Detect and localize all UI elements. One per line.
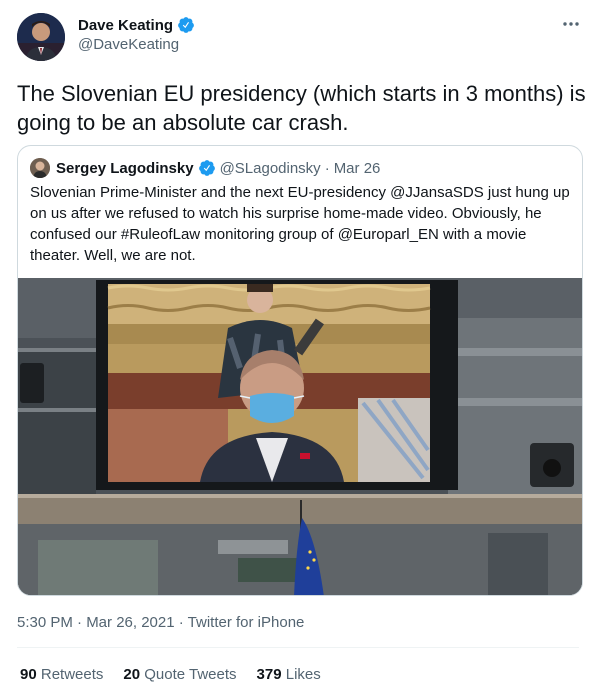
meta-separator: · bbox=[178, 614, 188, 631]
quote-tweets-count: 20 bbox=[123, 666, 141, 683]
likes-stat[interactable]: 379 Likes bbox=[257, 666, 321, 683]
tweet-stats: 90 Retweets 20 Quote Tweets 379 Likes bbox=[20, 666, 321, 683]
more-horizontal-icon[interactable] bbox=[560, 15, 582, 33]
quoted-author-handle: @SLagodinsky bbox=[219, 159, 321, 177]
video-call-screen-photo bbox=[18, 278, 582, 595]
divider bbox=[17, 647, 579, 648]
quoted-separator: · bbox=[324, 159, 330, 177]
author-handle[interactable]: @DaveKeating bbox=[78, 36, 195, 53]
quoted-tweet-photo[interactable] bbox=[18, 278, 582, 595]
author-info: Dave Keating @DaveKeating bbox=[78, 16, 195, 53]
quote-tweets-label: Quote Tweets bbox=[144, 666, 237, 683]
tweet-text: The Slovenian EU presidency (which start… bbox=[17, 81, 586, 135]
likes-label: Likes bbox=[285, 666, 321, 683]
tweet-timestamp[interactable]: 5:30 PM · Mar 26, 2021 bbox=[17, 614, 175, 631]
author-avatar[interactable] bbox=[17, 13, 65, 61]
author-avatar-image bbox=[17, 13, 65, 61]
retweets-count: 90 bbox=[20, 666, 37, 683]
verified-badge-icon bbox=[177, 16, 195, 34]
author-name-row: Dave Keating bbox=[78, 16, 195, 34]
quoted-tweet-text: Slovenian Prime-Minister and the next EU… bbox=[30, 184, 570, 264]
quoted-author-name: Sergey Lagodinsky bbox=[56, 159, 194, 177]
verified-badge-icon bbox=[198, 159, 216, 177]
tweet-source[interactable]: Twitter for iPhone bbox=[188, 614, 305, 631]
quoted-tweet[interactable]: Sergey Lagodinsky @SLagodinsky · Mar 26 … bbox=[17, 145, 583, 596]
tweet-header: Dave Keating @DaveKeating bbox=[17, 13, 582, 63]
author-name[interactable]: Dave Keating bbox=[78, 17, 173, 34]
retweets-label: Retweets bbox=[40, 666, 104, 683]
quoted-date: Mar 26 bbox=[333, 159, 381, 177]
likes-count: 379 bbox=[256, 666, 282, 683]
quoted-tweet-header: Sergey Lagodinsky @SLagodinsky · Mar 26 bbox=[30, 158, 380, 178]
quote-tweets-stat[interactable]: 20 Quote Tweets bbox=[123, 666, 236, 683]
tweet-metadata: 5:30 PM · Mar 26, 2021 · Twitter for iPh… bbox=[17, 614, 304, 631]
retweets-stat[interactable]: 90 Retweets bbox=[20, 666, 103, 683]
quoted-author-avatar bbox=[30, 158, 50, 178]
